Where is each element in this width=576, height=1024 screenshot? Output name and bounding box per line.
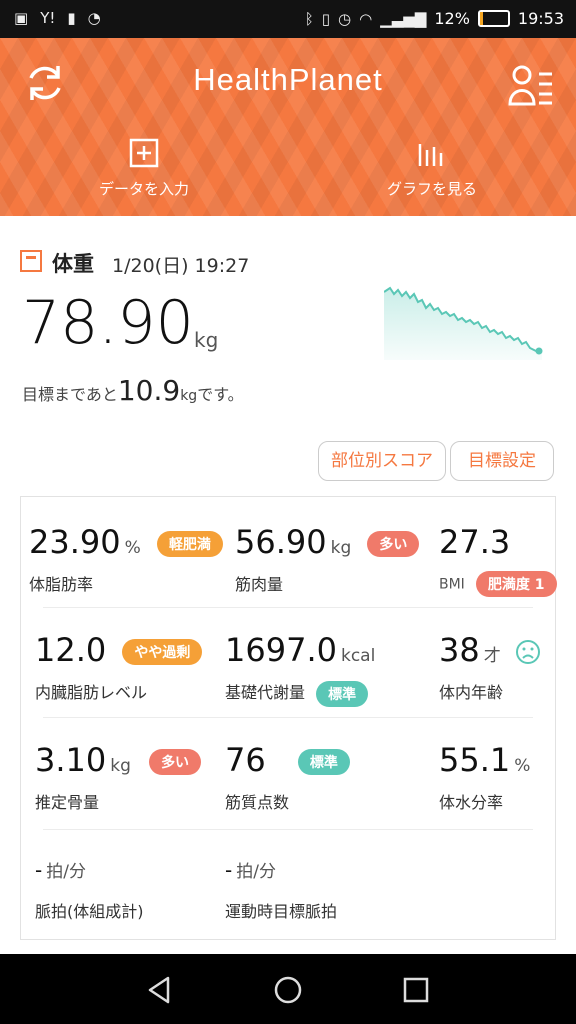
scale-icon — [20, 250, 42, 272]
sparkline-area — [384, 288, 542, 360]
muscle-quality-badge: 標準 — [297, 749, 350, 775]
bone-badge: 多い — [149, 749, 202, 775]
weight-sparkline[interactable] — [384, 278, 546, 360]
clock: 19:53 — [517, 9, 564, 28]
water-value: 55.1 — [439, 741, 511, 779]
goal-prefix: 目標まであと — [22, 385, 118, 404]
goal-setting-button[interactable]: 目標設定 — [450, 441, 554, 481]
divider — [43, 607, 533, 608]
status-left: ▣ Y! ▮ ◔ — [14, 9, 101, 27]
profile-menu-icon[interactable] — [508, 62, 554, 108]
pulse-label: 脈拍(体組成計) — [35, 902, 144, 921]
muscle-quality-label: 筋質点数 — [225, 793, 290, 812]
bmr-metric[interactable]: 1697.0 kcal 基礎代謝量 標準 — [225, 631, 375, 707]
visceral-fat-value: 12.0 — [35, 631, 107, 669]
body-fat-value: 23.90 — [29, 523, 121, 561]
weight-date: 1/20(日) 19:27 — [112, 255, 250, 277]
pulse-unit: 拍/分 — [46, 862, 86, 882]
status-right: ᛒ ▯ ◷ ◠ ▁▃▅▇ 12% 19:53 — [305, 9, 564, 28]
muscle-badge: 多い — [367, 531, 420, 557]
data-entry-label: データを入力 — [98, 180, 189, 198]
weight-label: 体重 — [52, 252, 94, 276]
vibrate-icon: ▯ — [321, 9, 330, 28]
signal-icon: ▁▃▅▇ — [380, 9, 427, 28]
yahoo-icon: Y! — [40, 9, 56, 27]
back-icon[interactable] — [142, 972, 178, 1008]
view-graph-button[interactable]: グラフを見る — [352, 138, 512, 199]
body-fat-badge: 軽肥満 — [156, 531, 223, 557]
muscle-metric[interactable]: 56.90 kg 多い 筋肉量 — [235, 523, 420, 595]
bmi-value: 27.3 — [439, 523, 511, 561]
bmi-badge: 肥満度 1 — [475, 571, 557, 597]
bone-label: 推定骨量 — [35, 793, 100, 812]
recents-icon[interactable] — [398, 972, 434, 1008]
visceral-fat-label: 内臓脂肪レベル — [35, 683, 148, 702]
wifi-icon: ◠ — [359, 9, 373, 28]
bone-value: 3.10 — [35, 741, 107, 779]
body-age-value: 38 — [439, 631, 480, 669]
bluetooth-icon: ᛒ — [304, 9, 314, 28]
bone-unit: kg — [110, 756, 131, 776]
goal-remaining: 目標まであと10.9kgです。 — [22, 374, 244, 407]
status-bar: ▣ Y! ▮ ◔ ᛒ ▯ ◷ ◠ ▁▃▅▇ 12% 19:53 — [0, 0, 576, 38]
bmr-unit: kcal — [340, 646, 376, 666]
weight-value: 78.90 — [22, 288, 194, 358]
download-icon: ◔ — [87, 9, 101, 27]
divider — [43, 717, 533, 718]
view-graph-label: グラフを見る — [386, 180, 477, 198]
water-metric[interactable]: 55.1% 体水分率 — [439, 741, 530, 813]
body-age-unit: 才 — [483, 646, 501, 666]
body-part-score-button[interactable]: 部位別スコア — [318, 441, 446, 481]
water-label: 体水分率 — [439, 793, 504, 812]
muscle-quality-value: 76 — [225, 741, 266, 779]
divider — [43, 829, 533, 830]
target-pulse-metric[interactable]: - 拍/分 運動時目標脈拍 — [225, 857, 337, 922]
goal-unit: kg — [180, 388, 198, 404]
bone-metric[interactable]: 3.10 kg 多い 推定骨量 — [35, 741, 202, 813]
target-pulse-unit: 拍/分 — [236, 862, 276, 882]
goal-suffix: です。 — [197, 385, 244, 404]
line-icon: ▣ — [14, 9, 29, 27]
battery-percent: 12% — [434, 9, 470, 28]
body-age-label: 体内年齢 — [439, 683, 504, 702]
pulse-value: - — [35, 858, 43, 882]
metrics-card: 23.90% 軽肥満 体脂肪率 56.90 kg 多い 筋肉量 27.3 BMI … — [20, 496, 557, 940]
main-content: 体重 1/20(日) 19:27 78.90 kg 目標まであと10.9kgです… — [0, 216, 576, 954]
bmr-value: 1697.0 — [225, 631, 337, 669]
body-fat-metric[interactable]: 23.90% 軽肥満 体脂肪率 — [29, 523, 223, 595]
alarm-icon: ◷ — [337, 9, 352, 28]
visceral-fat-metric[interactable]: 12.0 やや過剰 内臓脂肪レベル — [35, 631, 203, 703]
body-age-metric[interactable]: 38 才 体内年齢 — [439, 631, 541, 703]
sad-face-icon — [515, 640, 540, 664]
bmr-label: 基礎代謝量 — [225, 683, 306, 702]
sparkline-latest-point — [535, 347, 543, 355]
weight-unit: kg — [194, 328, 219, 352]
muscle-label: 筋肉量 — [235, 575, 284, 594]
body-fat-unit: % — [124, 538, 141, 558]
body-fat-label: 体脂肪率 — [29, 575, 94, 594]
target-pulse-value: - — [225, 858, 233, 882]
battery-icon — [477, 10, 510, 27]
home-icon[interactable] — [270, 972, 306, 1008]
plus-box-icon — [129, 138, 159, 168]
goal-number: 10.9 — [117, 374, 181, 407]
target-pulse-label: 運動時目標脈拍 — [225, 902, 338, 921]
muscle-quality-metric[interactable]: 76 標準 筋質点数 — [225, 741, 350, 813]
muscle-unit: kg — [330, 538, 352, 558]
data-entry-button[interactable]: データを入力 — [64, 138, 224, 199]
pulse-metric[interactable]: - 拍/分 脈拍(体組成計) — [35, 857, 144, 922]
visceral-fat-badge: やや過剰 — [122, 639, 203, 665]
bmi-label: BMI — [439, 576, 465, 593]
bmi-metric[interactable]: 27.3 BMI 肥満度 1 — [439, 523, 557, 597]
app-header: HealthPlanet データを入力 グラフを見る — [0, 38, 576, 216]
bar-chart-icon — [418, 144, 443, 166]
muscle-value: 56.90 — [235, 523, 327, 561]
system-nav-bar — [0, 954, 576, 1024]
battery-alert-icon: ▮ — [67, 9, 76, 27]
bmr-badge: 標準 — [316, 680, 369, 707]
app-title: HealthPlanet — [193, 62, 383, 97]
water-unit: % — [514, 756, 531, 776]
